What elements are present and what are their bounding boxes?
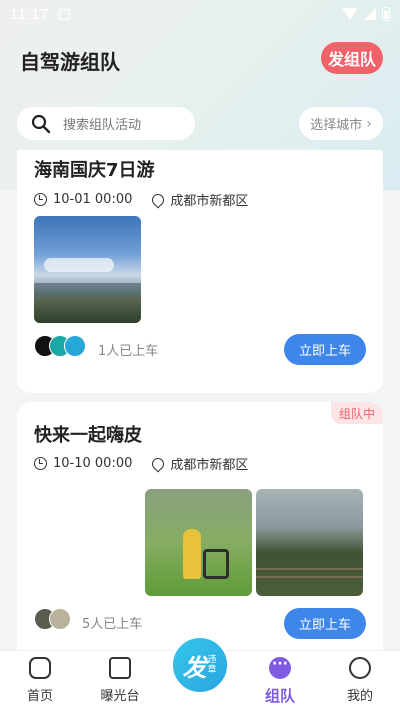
tab-label: 首页: [26, 689, 53, 704]
join-button[interactable]: 立即上车: [284, 608, 366, 639]
team-title: 快来一起嗨皮: [34, 425, 142, 446]
city-selector[interactable]: 选择城市 ›: [299, 107, 383, 140]
post-team-button[interactable]: 发组队: [321, 42, 383, 74]
team-meta: 10-01 00:00 成都市新都区: [34, 190, 248, 209]
clock-icon: [34, 457, 47, 470]
search-box[interactable]: 搜索组队活动: [17, 107, 195, 140]
team-photo[interactable]: [256, 489, 363, 596]
wifi-icon: [342, 8, 358, 20]
chevron-right-icon: ›: [366, 115, 372, 132]
member-avatars: [34, 335, 86, 357]
team-meta: 10-10 00:00 成都市新都区: [34, 454, 248, 473]
signal-icon: [364, 8, 376, 20]
joined-count: 5人已上车: [82, 617, 143, 632]
avatar: [64, 335, 86, 357]
tab-mine[interactable]: 我的: [330, 657, 390, 704]
team-datetime: 10-01 00:00: [53, 192, 133, 207]
member-avatars: [34, 608, 71, 630]
fab-label: 发: [182, 653, 207, 682]
fab-sub-label: 违章: [207, 655, 217, 675]
tab-label: 组队: [264, 687, 295, 705]
joined-count: 1人已上车: [98, 344, 159, 359]
team-location: 成都市新都区: [170, 194, 249, 209]
location-pin-icon: [149, 455, 167, 472]
status-bar: 11:17: [0, 0, 400, 28]
header: 自驾游组队 发组队: [0, 40, 400, 80]
status-icons: [342, 7, 390, 21]
team-card[interactable]: 海南国庆7日游 10-01 00:00 成都市新都区 1人已上车 立即上车: [17, 150, 383, 393]
join-button[interactable]: 立即上车: [284, 334, 366, 365]
status-badge: 组队中: [330, 402, 383, 424]
clock-icon: [34, 193, 47, 206]
tab-exposure[interactable]: 曝光台: [90, 657, 150, 704]
home-icon: [29, 657, 51, 679]
battery-icon: [382, 7, 390, 21]
exposure-icon: [109, 657, 131, 679]
team-location: 成都市新都区: [170, 458, 249, 473]
city-label: 选择城市: [310, 118, 363, 133]
location-pin-icon: [149, 191, 167, 208]
page-title: 自驾游组队: [20, 50, 120, 74]
tab-team[interactable]: 组队: [250, 656, 310, 706]
chat-bubble-icon: [269, 656, 291, 679]
search-placeholder: 搜索组队活动: [63, 118, 142, 133]
avatar: [49, 608, 71, 630]
team-photo[interactable]: [34, 216, 141, 323]
smile-icon: [349, 657, 371, 679]
search-icon: [31, 114, 51, 133]
notification-icon: [58, 8, 70, 20]
team-photo[interactable]: [145, 489, 252, 596]
status-time: 11:17: [10, 5, 49, 23]
team-list[interactable]: 海南国庆7日游 10-01 00:00 成都市新都区 1人已上车 立即上车 组队…: [0, 150, 400, 650]
report-violation-button[interactable]: 发 违章: [170, 635, 230, 695]
team-title: 海南国庆7日游: [34, 160, 155, 181]
tab-label: 曝光台: [100, 689, 140, 704]
team-datetime: 10-10 00:00: [53, 456, 133, 471]
tab-label: 我的: [346, 689, 373, 704]
team-card[interactable]: 组队中 快来一起嗨皮 10-10 00:00 成都市新都区 5人已上车 立即上车: [17, 402, 383, 650]
tab-home[interactable]: 首页: [10, 657, 70, 704]
